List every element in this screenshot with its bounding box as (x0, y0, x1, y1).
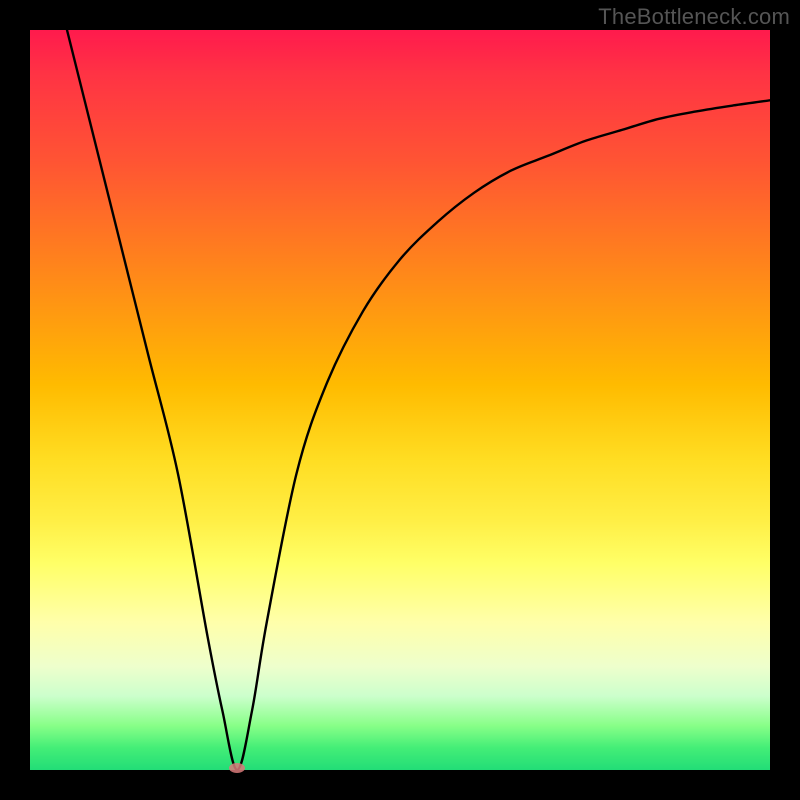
minimum-marker (229, 763, 245, 773)
watermark-text: TheBottleneck.com (598, 4, 790, 30)
chart-frame: TheBottleneck.com (0, 0, 800, 800)
bottleneck-curve (30, 30, 770, 770)
plot-area (30, 30, 770, 770)
